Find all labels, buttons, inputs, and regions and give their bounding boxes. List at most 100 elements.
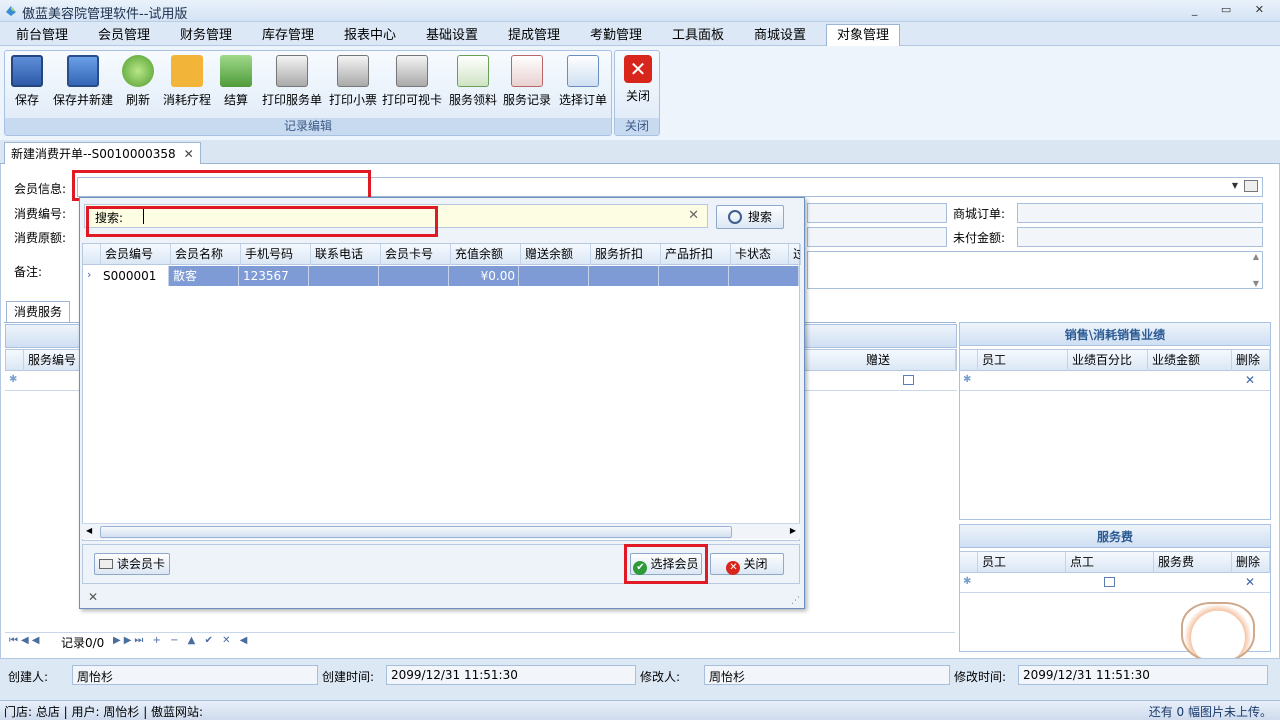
popup-footer-close-icon[interactable]: ✕ <box>88 590 98 604</box>
cell-card-no[interactable] <box>379 266 449 286</box>
print-service-button[interactable]: 打印服务单 <box>259 53 325 113</box>
remark-label: 备注: <box>14 265 43 279</box>
checkout-button[interactable]: 结算 <box>217 53 255 113</box>
scrollbar-thumb[interactable] <box>100 526 732 538</box>
resize-grip-icon[interactable]: ⋰ <box>791 596 800 606</box>
refresh-icon <box>122 55 154 87</box>
service-record-button[interactable]: 服务记录 <box>501 53 553 113</box>
cell-product-discount[interactable] <box>659 266 729 286</box>
menu-tab-member[interactable]: 会员管理 <box>84 25 164 46</box>
nav-first-prev-icon[interactable]: ⏮◀◀ <box>9 635 42 646</box>
consume-course-button[interactable]: 消耗疗程 <box>159 53 215 113</box>
mall-order-field[interactable] <box>1017 203 1263 223</box>
creator-field: 周怡杉 <box>72 665 318 685</box>
search-icon <box>727 210 742 224</box>
sales-panel-frame <box>959 322 1271 520</box>
menu-tab-inventory[interactable]: 库存管理 <box>248 25 328 46</box>
col-phone[interactable]: 联系电话 <box>311 244 381 265</box>
col-member-name[interactable]: 会员名称 <box>171 244 241 265</box>
cell-phone[interactable] <box>309 266 379 286</box>
menu-tab-front[interactable]: 前台管理 <box>2 25 82 46</box>
unpaid-label: 未付金额: <box>953 231 1006 245</box>
scroll-down-icon[interactable]: ▼ <box>1253 279 1259 288</box>
ribbon-group-record-edit: 保存 保存并新建 刷新 消耗疗程 结算 打印服务单 打印小票 打印可视卡 服务领… <box>4 50 612 136</box>
print-card-button[interactable]: 打印可视卡 <box>381 53 443 113</box>
menu-tab-attendance[interactable]: 考勤管理 <box>576 25 656 46</box>
col-member-no[interactable]: 会员编号 <box>101 244 171 265</box>
menu-tab-reports[interactable]: 报表中心 <box>330 25 410 46</box>
cell-member-no[interactable]: S000001 <box>99 266 169 286</box>
modified-time-label: 修改时间: <box>954 670 1007 684</box>
mascot-icon <box>1181 602 1255 662</box>
status-left: 门店: 总店 | 用户: 周怡杉 | 傲蓝网站: <box>4 705 204 719</box>
cell-recharge-balance[interactable]: ¥0.00 <box>449 266 519 286</box>
scroll-left-icon[interactable]: ◀ <box>86 526 92 535</box>
menu-tab-object[interactable]: 对象管理 <box>826 24 900 47</box>
cell-gift-balance[interactable] <box>519 266 589 286</box>
card-icon[interactable] <box>1244 180 1258 192</box>
cell-member-name[interactable]: 散客 <box>169 266 239 286</box>
status-right: 还有 0 幅图片未上传。 <box>1148 705 1272 719</box>
dropdown-arrow-icon[interactable]: ▼ <box>1232 181 1238 190</box>
document-tab[interactable]: 新建消费开单--S0010000358 ✕ <box>4 142 201 165</box>
window-title: 傲蓝美容院管理软件--试用版 <box>22 7 188 22</box>
save-and-new-button[interactable]: 保存并新建 <box>49 53 117 113</box>
tab-close-icon[interactable]: ✕ <box>184 147 194 161</box>
puzzle-icon <box>171 55 203 87</box>
service-material-button[interactable]: 服务领料 <box>447 53 499 113</box>
ribbon-group-close: ✕ 关闭 关闭 <box>614 50 660 136</box>
save-icon <box>11 55 43 87</box>
menu-tab-commission[interactable]: 提成管理 <box>494 25 574 46</box>
cell-mobile[interactable]: 123567 <box>239 266 309 286</box>
select-order-button[interactable]: 选择订单 <box>557 53 609 113</box>
nav-next-last-icon[interactable]: ▶▶⏭ + − ▲ ✔ ✕ ◀ <box>113 635 250 646</box>
printer-icon <box>337 55 369 87</box>
popup-close-button[interactable]: ✕ 关闭 <box>710 553 784 575</box>
col-gift[interactable]: 赠送 <box>862 350 956 371</box>
read-card-button[interactable]: 读会员卡 <box>94 553 170 575</box>
member-info-label: 会员信息: <box>14 182 67 196</box>
cell-service-discount[interactable] <box>589 266 659 286</box>
cancel-icon: ✕ <box>726 561 741 575</box>
window-controls[interactable]: _ ▭ ✕ <box>1192 3 1274 16</box>
unpaid-field[interactable] <box>1017 227 1263 247</box>
record-counter: 记录0/0 <box>61 636 105 650</box>
consume-no-label: 消费编号: <box>14 207 67 221</box>
scroll-right-icon[interactable]: ▶ <box>790 526 796 535</box>
printer-icon <box>276 55 308 87</box>
table-row[interactable]: S000001 散客 123567 ¥0.00 <box>99 266 799 286</box>
menu-tab-tools[interactable]: 工具面板 <box>658 25 738 46</box>
search-button[interactable]: 搜索 <box>716 205 784 229</box>
ribbon: 保存 保存并新建 刷新 消耗疗程 结算 打印服务单 打印小票 打印可视卡 服务领… <box>0 46 1280 140</box>
printer-icon <box>396 55 428 87</box>
tab-consume-service[interactable]: 消费服务 <box>6 301 70 323</box>
title-bar: 傲蓝美容院管理软件--试用版 _ ▭ ✕ <box>0 0 1280 22</box>
gift-checkbox-icon[interactable] <box>903 375 914 385</box>
scroll-up-icon[interactable]: ▲ <box>1253 252 1259 261</box>
app-logo-icon <box>6 6 16 16</box>
menu-tab-settings[interactable]: 基础设置 <box>412 25 492 46</box>
cell-card-status[interactable] <box>729 266 799 286</box>
col-service-no[interactable]: 服务编号 <box>24 350 84 371</box>
member-grid: 会员编号 会员名称 手机号码 联系电话 会员卡号 充值余额 赠送余额 服务折扣 … <box>82 243 801 541</box>
save-button[interactable]: 保存 <box>9 53 45 113</box>
consume-no-field-tail[interactable] <box>807 203 947 223</box>
print-receipt-button[interactable]: 打印小票 <box>327 53 379 113</box>
col-recharge-balance[interactable]: 充值余额 <box>451 244 521 265</box>
menu-tab-finance[interactable]: 财务管理 <box>166 25 246 46</box>
menu-tab-mall[interactable]: 商城设置 <box>740 25 820 46</box>
remark-field-tail[interactable]: ▲ ▼ <box>807 251 1263 289</box>
ribbon-close-button[interactable]: ✕ 关闭 <box>621 53 655 113</box>
clear-icon[interactable]: ✕ <box>688 208 699 223</box>
col-mobile[interactable]: 手机号码 <box>241 244 311 265</box>
col-gift-balance[interactable]: 赠送余额 <box>521 244 591 265</box>
order-icon <box>567 55 599 87</box>
col-card-no[interactable]: 会员卡号 <box>381 244 451 265</box>
col-service-discount[interactable]: 服务折扣 <box>591 244 661 265</box>
refresh-button[interactable]: 刷新 <box>119 53 157 113</box>
original-price-field-tail[interactable] <box>807 227 947 247</box>
horizontal-scrollbar[interactable]: ◀ ▶ <box>82 523 800 539</box>
col-product-discount[interactable]: 产品折扣 <box>661 244 731 265</box>
col-card-status[interactable]: 卡状态 <box>731 244 789 265</box>
col-expire[interactable]: 过 <box>789 244 801 265</box>
